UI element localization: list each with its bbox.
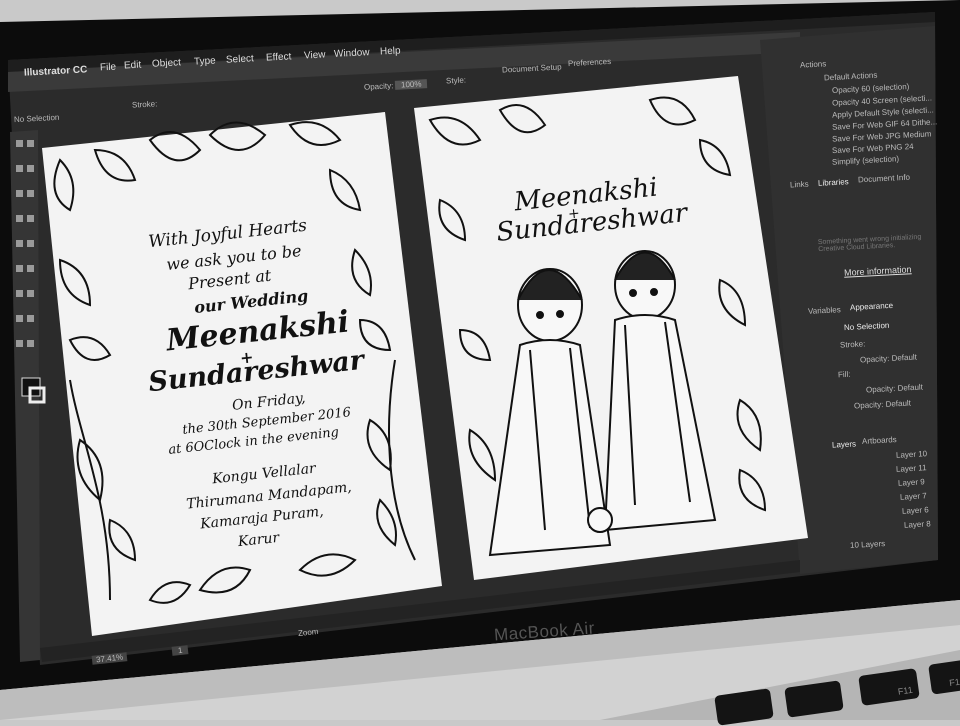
tab-libraries[interactable]: Libraries [818, 177, 849, 188]
layer-row[interactable]: Layer 10 [896, 449, 928, 460]
style-label: Style: [445, 75, 467, 86]
menu-file[interactable]: File [100, 62, 117, 74]
appearance-fill[interactable]: Fill: [838, 370, 851, 380]
laptop: Illustrator CC File Edit Object Type Sel… [0, 0, 960, 726]
menu-select[interactable]: Select [226, 53, 254, 65]
tab-links[interactable]: Links [790, 180, 809, 190]
tab-layers[interactable]: Layers [832, 439, 856, 449]
actions-panel-title[interactable]: Actions [800, 59, 827, 69]
tab-variables[interactable]: Variables [808, 305, 841, 316]
menu-type[interactable]: Type [194, 55, 216, 67]
layer-row[interactable]: Layer 11 [896, 463, 927, 474]
layers-count: 10 Layers [849, 539, 886, 550]
layer-row[interactable]: Layer 7 [900, 491, 927, 501]
layer-row[interactable]: Layer 9 [898, 477, 925, 487]
menu-window[interactable]: Window [334, 47, 370, 60]
layer-row[interactable]: Layer 6 [902, 505, 929, 515]
menu-effect[interactable]: Effect [266, 51, 292, 63]
menu-view[interactable]: View [304, 49, 326, 61]
key-f12-label: F12 [948, 676, 960, 689]
tab-artboards[interactable]: Artboards [862, 435, 897, 446]
stroke-label: Stroke: [131, 99, 158, 110]
artboard-navigator[interactable]: 1 [171, 645, 189, 656]
layer-row[interactable]: Layer 8 [904, 519, 931, 529]
key[interactable] [714, 688, 774, 726]
menu-edit[interactable]: Edit [124, 60, 142, 72]
menu-object[interactable]: Object [152, 57, 181, 69]
key-f12[interactable]: F12 [928, 659, 960, 695]
opacity-field[interactable]: 100% [394, 79, 428, 90]
opacity-label: Opacity: [363, 81, 394, 92]
menu-help[interactable]: Help [380, 45, 401, 57]
key-f11-label: F11 [897, 684, 914, 697]
appearance-stroke[interactable]: Stroke: [840, 339, 866, 349]
